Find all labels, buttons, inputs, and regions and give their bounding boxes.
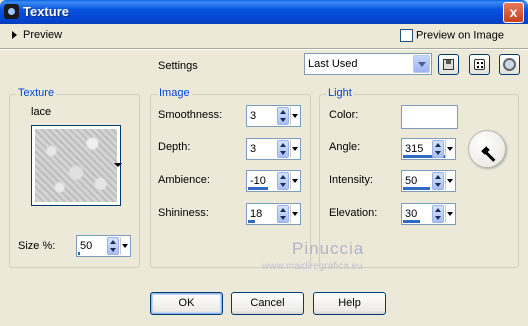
ambience-slider-bar	[248, 187, 268, 190]
help-button[interactable]: Help	[313, 292, 386, 315]
spin-arrows-icon[interactable]	[277, 140, 289, 158]
randomize-dice-icon	[474, 59, 485, 70]
watermark-name: Pinuccia	[292, 239, 365, 258]
intensity-label: Intensity:	[329, 174, 374, 186]
settings-dropdown[interactable]: Last Used	[304, 53, 432, 75]
shininess-label: Shininess:	[158, 207, 209, 219]
intensity-value: 50	[405, 175, 418, 187]
save-preset-icon	[443, 59, 454, 70]
spin-arrows-icon[interactable]	[277, 172, 289, 190]
smoothness-label: Smoothness:	[158, 109, 223, 121]
reset-button[interactable]	[499, 54, 520, 75]
shininess-value: 18	[250, 208, 263, 220]
depth-value: 3	[250, 143, 257, 155]
light-color-swatch[interactable]	[401, 105, 458, 129]
settings-value: Last Used	[308, 58, 358, 70]
expand-arrow-icon	[12, 31, 17, 40]
texture-dropdown-arrow-icon[interactable]	[114, 163, 122, 167]
texture-preview-image	[35, 129, 117, 202]
shininess-slider-bar	[248, 220, 255, 223]
elevation-value: 30	[405, 208, 418, 220]
chevron-down-icon[interactable]	[445, 205, 454, 223]
texture-swatch[interactable]	[31, 125, 121, 206]
spin-arrows-icon[interactable]	[432, 172, 444, 190]
color-label: Color:	[329, 109, 359, 121]
angle-dial-hand-icon	[473, 131, 503, 162]
chevron-down-icon[interactable]	[290, 107, 299, 125]
preview-on-image-checkbox[interactable]	[399, 29, 413, 42]
image-group-title: Image	[157, 87, 192, 99]
watermark-url: www.maidiregrafica.eu	[262, 261, 363, 272]
chevron-down-icon[interactable]	[290, 172, 299, 190]
elevation-slider-bar	[403, 220, 420, 223]
ok-button[interactable]: OK	[150, 292, 223, 315]
light-group-title: Light	[326, 87, 354, 99]
size-slider-bar	[78, 252, 80, 255]
intensity-slider-bar	[403, 187, 430, 190]
chevron-down-icon[interactable]	[445, 172, 454, 190]
angle-label: Angle:	[329, 141, 361, 153]
settings-label: Settings	[158, 60, 198, 72]
randomize-button[interactable]	[469, 54, 490, 75]
size-value: 50	[80, 240, 93, 252]
ambience-label: Ambience:	[158, 174, 210, 186]
divider	[0, 48, 528, 50]
preview-toggle[interactable]: Preview	[12, 29, 62, 41]
chevron-down-icon[interactable]	[290, 140, 299, 158]
depth-spinner[interactable]: 3	[246, 138, 301, 160]
elevation-spinner[interactable]: 30	[401, 203, 456, 225]
size-spinner[interactable]: 50	[76, 235, 131, 257]
intensity-spinner[interactable]: 50	[401, 170, 456, 192]
smoothness-spinner[interactable]: 3	[246, 105, 301, 127]
chevron-down-icon[interactable]	[120, 237, 129, 255]
angle-dial[interactable]	[468, 130, 506, 168]
chevron-down-icon[interactable]	[413, 55, 430, 73]
spin-arrows-icon[interactable]	[432, 205, 444, 223]
elevation-label: Elevation:	[329, 207, 378, 219]
ambience-spinner[interactable]: -10	[246, 170, 301, 192]
close-button[interactable]: x	[503, 2, 524, 23]
depth-label: Depth:	[158, 141, 191, 153]
preview-on-image-option[interactable]: Preview on Image	[399, 29, 504, 42]
spin-arrows-icon[interactable]	[107, 237, 119, 255]
smoothness-value: 3	[250, 110, 257, 122]
angle-value: 315	[405, 143, 424, 155]
chevron-down-icon[interactable]	[445, 140, 454, 158]
spin-arrows-icon[interactable]	[432, 140, 444, 158]
save-preset-button[interactable]	[438, 54, 459, 75]
ambience-value: -10	[250, 175, 266, 187]
size-label: Size %:	[18, 240, 56, 252]
preview-on-image-label: Preview on Image	[415, 29, 504, 42]
app-icon	[4, 4, 19, 19]
texture-name: lace	[31, 106, 52, 118]
texture-group-title: Texture	[16, 87, 57, 99]
preview-label: Preview	[23, 29, 63, 42]
angle-spinner[interactable]: 315	[401, 138, 456, 160]
spin-arrows-icon[interactable]	[277, 107, 289, 125]
spin-arrows-icon[interactable]	[277, 205, 289, 223]
window-title: Texture	[23, 4, 69, 19]
reset-icon	[503, 58, 516, 71]
cancel-button[interactable]: Cancel	[231, 292, 304, 315]
shininess-spinner[interactable]: 18	[246, 203, 301, 225]
chevron-down-icon[interactable]	[290, 205, 299, 223]
title-bar: Texture x	[0, 0, 528, 24]
